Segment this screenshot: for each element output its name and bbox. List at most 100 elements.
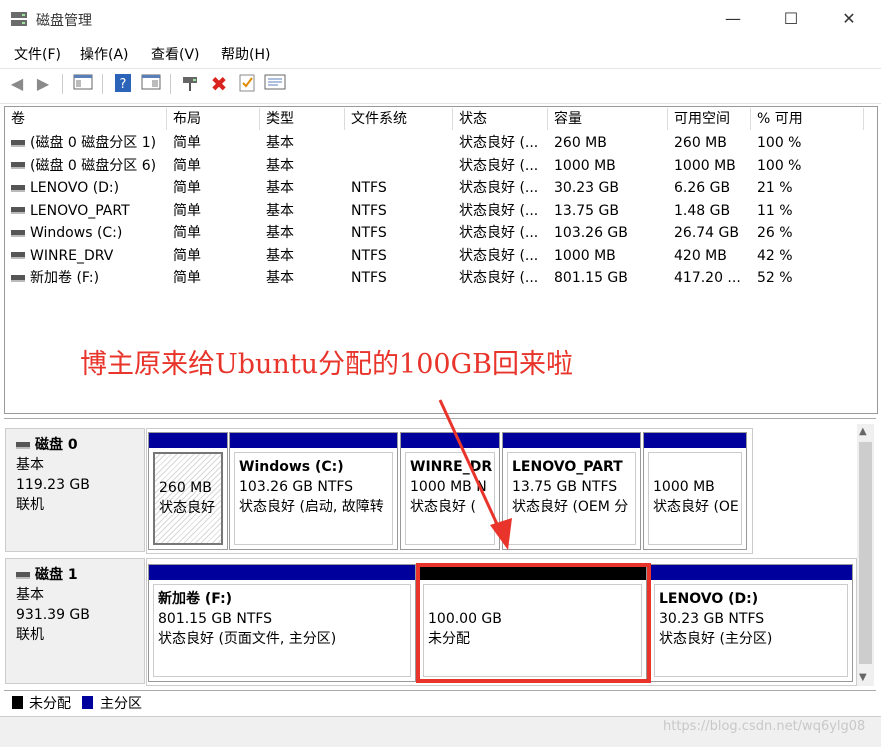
disk-0-label[interactable]: 磁盘 0 基本 119.23 GB 联机 xyxy=(5,428,145,552)
disk-status: 联机 xyxy=(16,497,44,513)
partition-disk0-1[interactable]: 260 MB 状态良好 xyxy=(148,432,228,550)
disk-1-label[interactable]: 磁盘 1 基本 931.39 GB 联机 xyxy=(5,558,145,684)
cell-status: 状态良好 (... xyxy=(459,135,539,151)
partition-header xyxy=(503,433,640,448)
legend-primary-label: 主分区 xyxy=(100,696,142,712)
partition-status: 状态良好 (启动, 故障转 xyxy=(239,499,384,515)
help-icon[interactable]: ? xyxy=(112,73,134,95)
table-row[interactable]: 新加卷 (F:) 简单 基本 NTFS 状态良好 (... 801.15 GB 417.20… xyxy=(5,267,865,289)
cell-status: 状态良好 (... xyxy=(459,202,539,219)
menu-help[interactable]: 帮助(H) xyxy=(221,44,270,64)
scroll-down-icon[interactable]: ▼ xyxy=(859,672,867,683)
table-row[interactable]: WINRE_DRV 简单 基本 NTFS 状态良好 (... 1000 MB 420 MB 4… xyxy=(5,245,865,267)
cell-capacity: 801.15 GB xyxy=(554,270,628,286)
minimize-button[interactable]: — xyxy=(710,0,756,38)
cell-layout: 简单 xyxy=(173,202,201,219)
column-header-type[interactable]: 类型 xyxy=(260,108,345,130)
volume-name: (磁盘 0 磁盘分区 1) xyxy=(30,135,157,151)
partition-windows-c[interactable]: Windows (C:) 103.26 GB NTFS 状态良好 (启动, 故障… xyxy=(229,432,398,550)
disk-size: 119.23 GB xyxy=(16,477,90,493)
cell-free-space: 1.48 GB xyxy=(674,202,731,219)
cell-filesystem: NTFS xyxy=(351,247,387,264)
cell-status: 状态良好 (... xyxy=(459,225,539,241)
cell-capacity: 103.26 GB xyxy=(554,225,628,241)
cell-free-space: 260 MB xyxy=(674,135,727,151)
column-header-capacity[interactable]: 容量 xyxy=(548,108,668,130)
cell-free-space: 420 MB xyxy=(674,247,727,264)
scroll-up-icon[interactable]: ▲ xyxy=(859,426,867,437)
column-header-filesystem[interactable]: 文件系统 xyxy=(345,108,453,130)
delete-icon[interactable]: ✖ xyxy=(208,73,230,95)
cell-volume: WINRE_DRV xyxy=(11,245,165,267)
cell-free-space: 417.20 ... xyxy=(674,270,741,286)
column-header-status[interactable]: 状态 xyxy=(453,108,548,130)
cell-capacity: 260 MB xyxy=(554,135,607,151)
cell-type: 基本 xyxy=(266,247,294,264)
cell-filesystem xyxy=(351,132,451,154)
cell-percent-free: 100 % xyxy=(757,135,802,151)
window-title: 磁盘管理 xyxy=(36,13,92,29)
cell-filesystem: NTFS xyxy=(351,270,387,286)
partition-new-volume-f[interactable]: 新加卷 (F:) 801.15 GB NTFS 状态良好 (页面文件, 主分区) xyxy=(148,564,416,682)
partition-lenovo-d[interactable]: LENOVO (D:) 30.23 GB NTFS 状态良好 (主分区) xyxy=(649,564,853,682)
volume-drive-icon xyxy=(11,207,25,214)
table-row[interactable]: LENOVO_PART 简单 基本 NTFS 状态良好 (... 13.75 GB 1.48… xyxy=(5,200,865,222)
forward-icon[interactable]: ▶ xyxy=(32,73,54,95)
toolbar-separator xyxy=(62,74,63,94)
annotation-arrow xyxy=(438,399,512,550)
disk-name: 磁盘 0 xyxy=(35,437,78,453)
scrollbar-thumb[interactable] xyxy=(859,442,872,664)
table-row[interactable]: (磁盘 0 磁盘分区 6) 简单 基本 状态良好 (... 1000 MB 1000 MB… xyxy=(5,155,865,177)
volume-name: WINRE_DRV xyxy=(30,247,114,264)
column-header-free-space[interactable]: 可用空间 xyxy=(668,108,751,130)
console-list-icon[interactable] xyxy=(264,73,286,95)
properties-icon[interactable] xyxy=(140,73,162,95)
partition-header xyxy=(149,433,227,448)
volume-drive-icon xyxy=(11,229,25,237)
partition-status: 状态良好 (页面文件, 主分区) xyxy=(158,631,337,647)
cell-type: 基本 xyxy=(266,135,294,151)
table-row[interactable]: LENOVO (D:) 简单 基本 NTFS 状态良好 (... 30.23 GB 6.26… xyxy=(5,177,865,199)
partition-body: Windows (C:) 103.26 GB NTFS 状态良好 (启动, 故障… xyxy=(234,452,393,545)
menu-action[interactable]: 操作(A) xyxy=(80,44,129,64)
volume-name: Windows (C:) xyxy=(30,225,123,241)
checklist-icon[interactable] xyxy=(236,73,258,95)
legend-unallocated-label: 未分配 xyxy=(29,696,71,712)
cell-free-space: 26.74 GB xyxy=(674,225,739,241)
close-button[interactable]: ✕ xyxy=(826,0,872,38)
partition-size: 1000 MB xyxy=(653,479,715,495)
disk-type: 基本 xyxy=(16,587,44,603)
partition-title: LENOVO_PART xyxy=(512,459,623,475)
connect-disk-icon[interactable] xyxy=(180,73,202,95)
table-row[interactable]: (磁盘 0 磁盘分区 1) 简单 基本 状态良好 (... 260 MB 260 MB 10… xyxy=(5,132,865,154)
cell-volume: (磁盘 0 磁盘分区 6) xyxy=(11,155,165,177)
menu-view[interactable]: 查看(V) xyxy=(151,44,200,64)
highlight-box xyxy=(416,563,651,683)
column-header-layout[interactable]: 布局 xyxy=(167,108,260,130)
back-icon[interactable]: ◀ xyxy=(6,73,28,95)
disk-management-icon xyxy=(11,12,27,26)
cell-volume: 新加卷 (F:) xyxy=(11,267,165,289)
menu-file[interactable]: 文件(F) xyxy=(14,44,61,64)
maximize-button[interactable]: ☐ xyxy=(768,0,814,38)
cell-percent-free: 100 % xyxy=(757,157,802,174)
partition-title xyxy=(653,457,737,477)
cell-layout: 简单 xyxy=(173,135,201,151)
table-row[interactable]: Windows (C:) 简单 基本 NTFS 状态良好 (... 103.26 GB 26… xyxy=(5,222,865,244)
partition-size: 260 MB xyxy=(159,480,212,496)
partition-disk0-6[interactable]: 1000 MB 状态良好 (OE xyxy=(643,432,747,550)
column-header-volume[interactable]: 卷 xyxy=(5,108,167,130)
volume-drive-icon xyxy=(11,252,25,259)
partition-lenovo-part[interactable]: LENOVO_PART 13.75 GB NTFS 状态良好 (OEM 分 xyxy=(502,432,641,550)
disk-status: 联机 xyxy=(16,627,44,643)
show-hide-tree-icon[interactable] xyxy=(72,73,94,95)
cell-percent-free: 26 % xyxy=(757,225,793,241)
column-header-percent-free[interactable]: % 可用 xyxy=(751,108,864,130)
partition-header xyxy=(644,433,746,448)
cell-filesystem: NTFS xyxy=(351,225,387,241)
disk-type: 基本 xyxy=(16,457,44,473)
cell-status: 状态良好 (... xyxy=(459,270,539,286)
volume-drive-icon xyxy=(11,162,25,169)
cell-type: 基本 xyxy=(266,225,294,241)
partition-title xyxy=(159,458,217,478)
